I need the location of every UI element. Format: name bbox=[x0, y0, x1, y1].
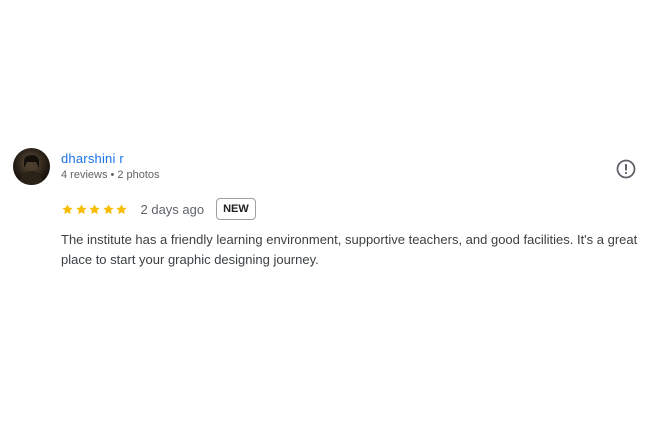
rating-row: 2 days ago NEW bbox=[61, 197, 256, 221]
author-meta: 4 reviews • 2 photos bbox=[61, 169, 160, 181]
review-text: The institute has a friendly learning en… bbox=[61, 232, 638, 267]
star-icon bbox=[62, 203, 73, 214]
meta-separator: • bbox=[110, 169, 115, 181]
star-icon bbox=[102, 203, 114, 214]
new-badge: NEW bbox=[216, 198, 256, 220]
photo-count: 2 photos bbox=[117, 169, 160, 181]
review-date: 2 days ago bbox=[140, 201, 205, 217]
user-avatar[interactable] bbox=[13, 148, 50, 185]
star-icon bbox=[75, 203, 87, 214]
review-page: dharshini r 4 reviews • 2 photos 2 days ag… bbox=[0, 0, 660, 424]
star-icon bbox=[89, 203, 100, 214]
report-review-button[interactable] bbox=[615, 158, 637, 180]
avatar-photo-icon bbox=[19, 155, 44, 185]
exclamation-circle-icon bbox=[616, 159, 636, 179]
star-rating bbox=[61, 203, 129, 216]
star-icon bbox=[116, 203, 127, 214]
review-count: 4 reviews bbox=[61, 169, 108, 181]
author-name-link[interactable]: dharshini r bbox=[61, 151, 124, 166]
